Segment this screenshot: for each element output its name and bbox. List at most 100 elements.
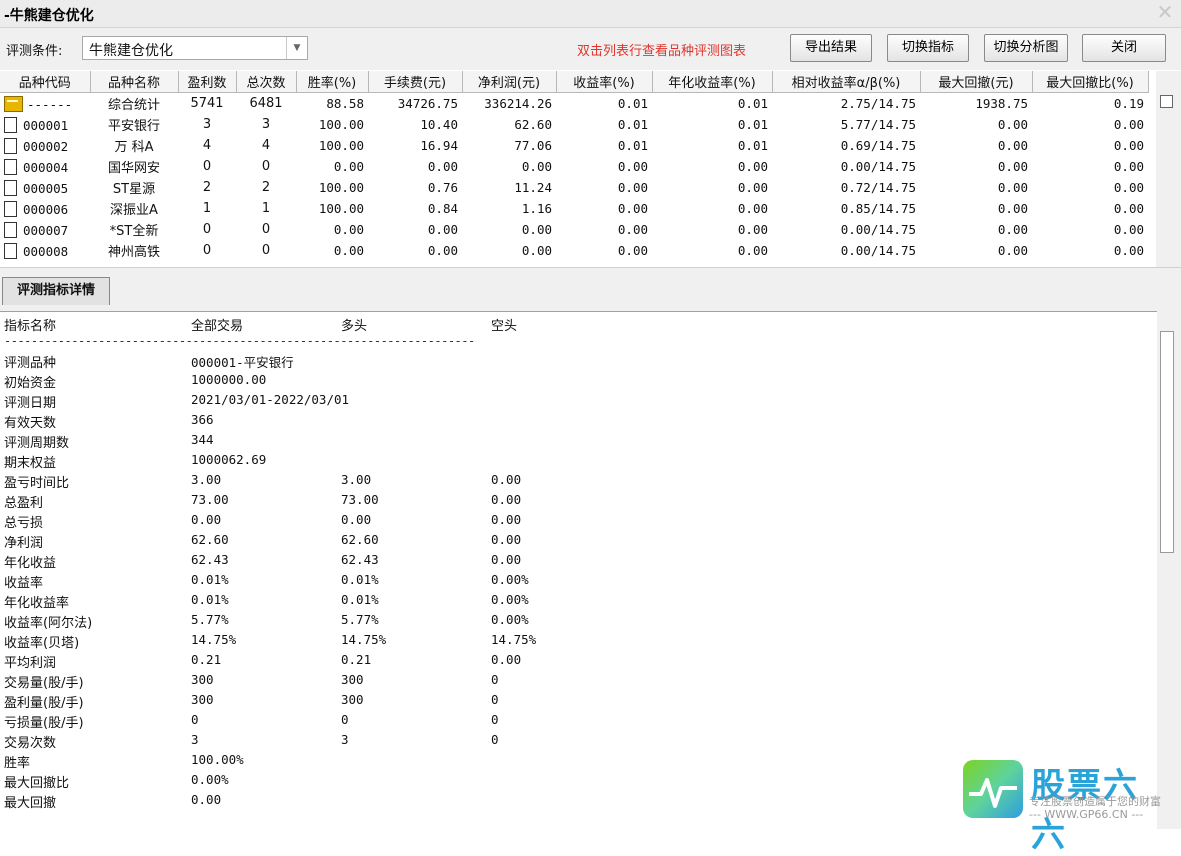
table-cell: 0.00 [1032, 198, 1148, 219]
metric-row: 初始资金 1000000.00 [0, 372, 600, 392]
table-row[interactable]: 000006 深振业A 1 1 100.00 0.84 1.16 0.00 0.00 0.85/1… [0, 198, 1148, 219]
metric-row: 交易次数 3 3 0 [0, 732, 600, 752]
detail-scrollbar[interactable] [1157, 311, 1181, 829]
cell-value: 0 [261, 159, 271, 174]
table-cell: 0.00/14.75 [772, 240, 920, 261]
metric-row: 有效天数 366 [0, 412, 600, 432]
table-cell: 0.01 [556, 114, 652, 135]
table-cell: 0.00 [920, 114, 1032, 135]
metric-name: 评测日期 [4, 396, 57, 411]
cell-value: 0.01 [737, 96, 768, 111]
metric-value: 0.00% [491, 612, 529, 627]
metric-name: 盈利量(股/手) [4, 696, 84, 711]
column-header[interactable]: 最大回撤比(%) [1032, 71, 1149, 93]
table-cell: *ST全新 [90, 219, 178, 240]
table-cell: 0.00 [652, 198, 772, 219]
switch-metric-button[interactable]: 切换指标 [887, 34, 969, 62]
cell-value: 0.00 [737, 201, 768, 216]
summary-row[interactable]: ------ 综合统计 5741 6481 88.58 34726.75 336214.26… [0, 93, 1148, 115]
table-row[interactable]: 000005 ST星源 2 2 100.00 0.76 11.24 0.00 0.00 0.72/… [0, 177, 1148, 198]
column-header[interactable]: 品种名称 [90, 71, 179, 93]
table-cell: 0.00 [920, 240, 1032, 261]
cell-value: 0 [261, 222, 271, 237]
metric-value: 0 [341, 712, 349, 727]
detail-header-short: 空头 [491, 319, 518, 334]
document-icon [4, 200, 17, 217]
table-cell: 2 [178, 177, 236, 198]
cell-value: 0.00 [1113, 180, 1144, 195]
table-cell: 4 [236, 135, 296, 156]
cell-value: 100.00 [318, 180, 364, 195]
table-cell: 0.00 [368, 156, 462, 177]
table-row[interactable]: 000001 平安银行 3 3 100.00 10.40 62.60 0.01 0.01 5.77… [0, 114, 1148, 135]
cell-value: 0.00 [1113, 201, 1144, 216]
toolbar: 评测条件: 牛熊建仓优化 ▼ 双击列表行查看品种评测图表 导出结果 切换指标 切… [0, 28, 1181, 70]
close-icon[interactable]: ✕ [1155, 2, 1175, 22]
table-cell: 综合统计 [90, 93, 178, 115]
table-cell: 4 [178, 135, 236, 156]
metric-name: 最大回撤比 [4, 776, 70, 791]
column-header[interactable]: 年化收益率(%) [652, 71, 773, 93]
table-cell: 100.00 [296, 177, 368, 198]
metric-name: 亏损量(股/手) [4, 716, 84, 731]
table-cell: 0.19 [1032, 93, 1148, 115]
cell-value: 0.00 [617, 201, 648, 216]
cell-value: 0.76 [427, 180, 458, 195]
metric-value: 0.00% [491, 592, 529, 607]
table-row[interactable]: 000002 万 科A 4 4 100.00 16.94 77.06 0.01 0.01 0.69… [0, 135, 1148, 156]
cell-value: 国华网安 [107, 161, 160, 176]
table-cell: 2 [236, 177, 296, 198]
tab-metric-details[interactable]: 评测指标详情 [2, 277, 110, 305]
cell-value: 0.00 [333, 159, 364, 174]
metric-value: 0.00% [491, 572, 529, 587]
table-cell: 0.00 [556, 156, 652, 177]
table-row[interactable]: 000004 国华网安 0 0 0.00 0.00 0.00 0.00 0.00 0.00/14.… [0, 156, 1148, 177]
cell-value: 000006 [23, 201, 69, 217]
cell-value: 0.69/14.75 [840, 138, 916, 153]
cell-value: *ST全新 [109, 224, 159, 239]
cell-value: 2 [202, 180, 212, 195]
cell-value: 万 科A [114, 140, 154, 155]
column-header[interactable]: 最大回撤(元) [920, 71, 1033, 93]
table-cell: 0.01 [556, 93, 652, 115]
table-cell: 万 科A [90, 135, 178, 156]
table-cell: 100.00 [296, 135, 368, 156]
table-row[interactable]: 000007 *ST全新 0 0 0.00 0.00 0.00 0.00 0.00 0.00/14… [0, 219, 1148, 240]
scrollbar-thumb[interactable] [1160, 331, 1174, 553]
column-header[interactable]: 相对收益率α/β(%) [772, 71, 921, 93]
cell-value: 1.16 [521, 201, 552, 216]
switch-chart-button[interactable]: 切换分析图 [984, 34, 1068, 62]
metric-value: 73.00 [341, 492, 379, 507]
table-row[interactable]: 000008 神州高铁 0 0 0.00 0.00 0.00 0.00 0.00 0.00/14.… [0, 240, 1148, 261]
export-button[interactable]: 导出结果 [790, 34, 872, 62]
metric-value: 14.75% [341, 632, 387, 647]
metric-row: 亏损量(股/手) 0 0 0 [0, 712, 600, 732]
document-icon [4, 242, 17, 259]
grid-scrollbar[interactable] [1156, 71, 1181, 267]
table-cell: 0.00 [462, 219, 556, 240]
metric-name: 总盈利 [4, 496, 44, 511]
chevron-down-icon[interactable]: ▼ [286, 37, 307, 59]
cell-value: 77.06 [514, 138, 552, 153]
cell-value: 3 [261, 117, 271, 132]
column-header[interactable]: 收益率(%) [556, 71, 653, 93]
close-button[interactable]: 关闭 [1082, 34, 1166, 62]
column-header[interactable]: 胜率(%) [296, 71, 369, 93]
metric-value: 5.77% [191, 612, 229, 627]
condition-select[interactable]: 牛熊建仓优化 ▼ [82, 36, 308, 60]
table-cell: 0.84 [368, 198, 462, 219]
document-icon [4, 137, 17, 154]
column-header[interactable]: 总次数 [236, 71, 297, 93]
table-cell: 000002 [0, 135, 90, 156]
column-header[interactable]: 品种代码 [0, 71, 91, 93]
grid-checkbox[interactable] [1160, 95, 1173, 108]
cell-value: 10.40 [420, 117, 458, 132]
table-cell: 5.77/14.75 [772, 114, 920, 135]
table-cell: 0 [178, 219, 236, 240]
column-header[interactable]: 盈利数 [178, 71, 237, 93]
document-icon [4, 221, 17, 238]
table-cell: 0.85/14.75 [772, 198, 920, 219]
column-header[interactable]: 净利润(元) [462, 71, 557, 93]
column-header[interactable]: 手续费(元) [368, 71, 463, 93]
cell-value: 0.00 [737, 243, 768, 258]
